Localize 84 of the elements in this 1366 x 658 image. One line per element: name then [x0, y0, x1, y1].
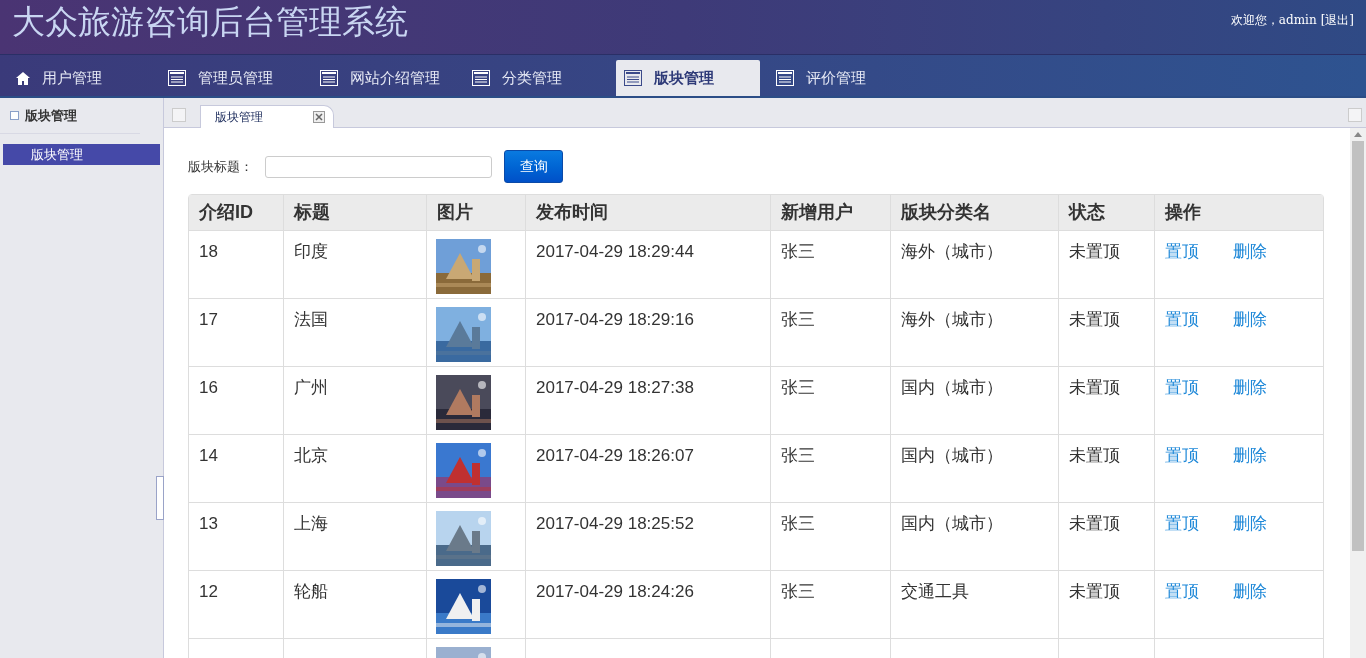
category-cell: 交通工具 — [891, 571, 1059, 638]
title-cell: 北京 — [284, 435, 427, 502]
column-header: 标题 — [284, 195, 427, 230]
id-cell: 18 — [189, 231, 284, 298]
user-cell: 张三 — [771, 299, 891, 366]
column-header: 操作 — [1164, 201, 1202, 224]
category-cell: 海外（城市） — [891, 231, 1059, 298]
column-header: 介绍ID — [189, 195, 284, 230]
title-cell: 印度 — [284, 231, 427, 298]
category-cell: 国内（城市） — [891, 435, 1059, 502]
pin-link[interactable]: 置顶 — [1165, 579, 1199, 601]
user-cell: 张三 — [771, 435, 891, 502]
page-tab[interactable]: 版块管理 — [200, 105, 334, 128]
user-cell: 张三 — [771, 231, 891, 298]
title-cell: 轮船 — [284, 571, 427, 638]
scroll-up-icon[interactable] — [1354, 132, 1362, 137]
user-cell: 张三 — [771, 367, 891, 434]
scroll-right-button[interactable] — [1348, 108, 1362, 122]
id-cell: 16 — [189, 367, 284, 434]
pin-link[interactable]: 置顶 — [1165, 375, 1199, 397]
delete-link[interactable]: 删除 — [1233, 443, 1267, 465]
scrollbar[interactable] — [1350, 128, 1366, 658]
time-cell: 2017-04-29 18:25:52 — [526, 503, 771, 570]
time-cell: 2017-04-29 18:27:38 — [526, 367, 771, 434]
search-field[interactable] — [265, 155, 492, 178]
sidebar-item[interactable]: 版块管理 — [3, 144, 160, 165]
category-cell: 海外（城市） — [891, 299, 1059, 366]
pin-link[interactable]: 置顶 — [1165, 511, 1199, 533]
logout-link[interactable]: [退出] — [1320, 11, 1354, 29]
category-cell: 国内（城市） — [891, 503, 1059, 570]
pin-link[interactable]: 置顶 — [1165, 307, 1199, 329]
list-icon — [320, 70, 338, 86]
list-icon — [472, 70, 490, 86]
status-cell: 未置顶 — [1059, 299, 1155, 366]
column-header: 新增用户 — [771, 195, 891, 230]
user-cell: 张三 — [771, 571, 891, 638]
nav-tab[interactable]: 网站介绍管理 — [312, 60, 456, 96]
list-icon — [776, 70, 794, 86]
title-cell: 广州 — [284, 367, 427, 434]
column-header: 发布时间 — [526, 195, 771, 230]
status-cell: 未置顶 — [1059, 435, 1155, 502]
time-cell: 2017-04-29 18:29:44 — [526, 231, 771, 298]
delete-link[interactable]: 删除 — [1233, 375, 1267, 397]
id-cell: 13 — [189, 503, 284, 570]
column-header: 图片 — [427, 195, 526, 230]
delete-link[interactable]: 删除 — [1233, 239, 1267, 261]
close-icon[interactable] — [313, 111, 325, 123]
delete-link[interactable]: 删除 — [1233, 579, 1267, 601]
collapse-handle[interactable] — [156, 476, 164, 520]
list-icon — [624, 70, 642, 86]
pin-link[interactable]: 置顶 — [1165, 443, 1199, 465]
collapse-icon[interactable] — [10, 111, 19, 120]
status-cell: 未置顶 — [1059, 503, 1155, 570]
time-cell: 2017-04-29 18:26:07 — [526, 435, 771, 502]
user-cell: 张三 — [771, 503, 891, 570]
time-cell: 2017-04-29 18:24:26 — [526, 571, 771, 638]
list-icon — [168, 70, 186, 86]
scroll-left-button[interactable] — [172, 108, 186, 122]
welcome-text: 欢迎您，admin — [1230, 12, 1317, 29]
category-cell: 国内（城市） — [891, 367, 1059, 434]
id-cell: 12 — [189, 571, 284, 638]
column-header: 状态 — [1059, 195, 1155, 230]
id-cell: 17 — [189, 299, 284, 366]
title-cell: 法国 — [284, 299, 427, 366]
nav-tab[interactable]: 用户管理 — [8, 60, 152, 96]
pin-link[interactable]: 置顶 — [1165, 239, 1199, 261]
field-label: 版块标题： — [188, 157, 253, 176]
id-cell: 14 — [189, 435, 284, 502]
column-header: 版块分类名 — [891, 195, 1059, 230]
status-cell: 未置顶 — [1059, 571, 1155, 638]
delete-link[interactable]: 删除 — [1233, 307, 1267, 329]
home-icon — [16, 71, 30, 85]
nav-tab[interactable]: 管理员管理 — [160, 60, 304, 96]
nav-tab[interactable]: 评价管理 — [768, 60, 912, 96]
search-button[interactable]: 查询 — [504, 150, 563, 183]
nav-tab[interactable]: 分类管理 — [464, 60, 608, 96]
sidebar-title: 版块管理 — [25, 106, 77, 125]
time-cell: 2017-04-29 18:29:16 — [526, 299, 771, 366]
title-cell: 上海 — [284, 503, 427, 570]
nav-tab[interactable]: 版块管理 — [616, 60, 760, 96]
app-title: 大众旅游咨询后台管理系统 — [12, 2, 408, 42]
status-cell: 未置顶 — [1059, 367, 1155, 434]
delete-link[interactable]: 删除 — [1233, 511, 1267, 533]
status-cell: 未置顶 — [1059, 231, 1155, 298]
